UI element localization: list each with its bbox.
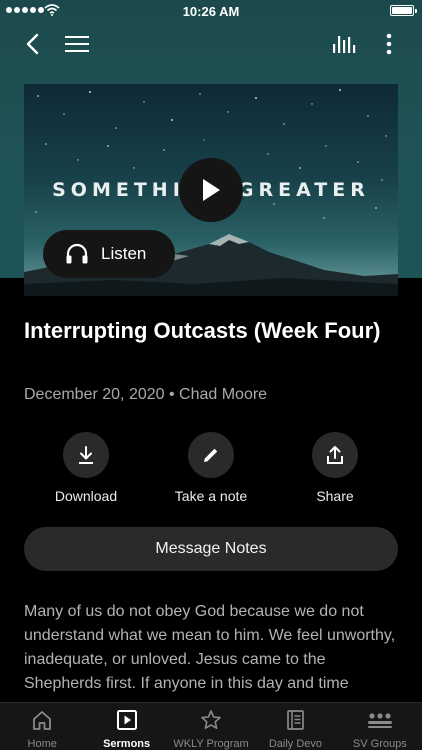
sermon-artwork: SOMETHING GREATER Listen [24,84,398,296]
status-time: 10:26 AM [182,4,240,19]
status-bar: 10:26 AM [0,0,422,22]
message-notes-label: Message Notes [155,540,267,557]
tab-label: SV Groups [352,738,407,750]
download-icon [79,446,93,464]
tab-sv-groups[interactable]: SV Groups [338,703,422,750]
play-button[interactable] [179,158,243,222]
home-icon [33,711,52,730]
message-notes-button[interactable]: Message Notes [24,527,398,571]
tab-label: Home [27,738,57,750]
chevron-left-icon [26,33,39,55]
tab-label: Sermons [103,738,151,750]
tab-wkly-program[interactable]: WKLY Program [169,703,253,750]
sermon-meta: December 20, 2020 • Chad Moore [24,386,268,403]
headphones-icon [66,243,88,264]
tab-bar: Home Sermons WKLY Program Daily Devo SV … [0,702,422,750]
listen-label: Listen [101,244,147,263]
sermon-title: Interrupting Outcasts (Week Four) [24,318,381,343]
tab-label: Daily Devo [268,738,323,750]
take-note-button[interactable]: Take a note [156,432,266,504]
tab-daily-devo[interactable]: Daily Devo [253,703,337,750]
audio-button[interactable] [328,28,360,60]
tab-home[interactable]: Home [0,703,84,750]
battery-icon [390,5,417,16]
play-square-icon [116,710,137,730]
take-note-label: Take a note [174,488,248,504]
groups-icon [367,713,392,728]
more-button[interactable] [373,28,405,60]
play-icon [203,179,220,201]
share-label: Share [316,488,354,504]
listen-button[interactable]: Listen [43,230,175,278]
tab-label: WKLY Program [173,738,249,750]
menu-button[interactable] [61,28,93,60]
top-nav [0,24,422,64]
download-label: Download [54,488,118,504]
book-icon [287,710,305,730]
sermon-description: Many of us do not obey God because we do… [24,603,396,692]
hamburger-icon [65,36,89,52]
share-button[interactable]: Share [280,432,390,504]
download-button[interactable]: Download [31,432,141,504]
star-icon [201,710,221,729]
pencil-icon [204,448,218,462]
tab-sermons[interactable]: Sermons [84,703,168,750]
share-icon [327,446,343,464]
audio-bars-icon [333,36,356,53]
back-button[interactable] [16,28,48,60]
more-vertical-icon [386,33,392,55]
